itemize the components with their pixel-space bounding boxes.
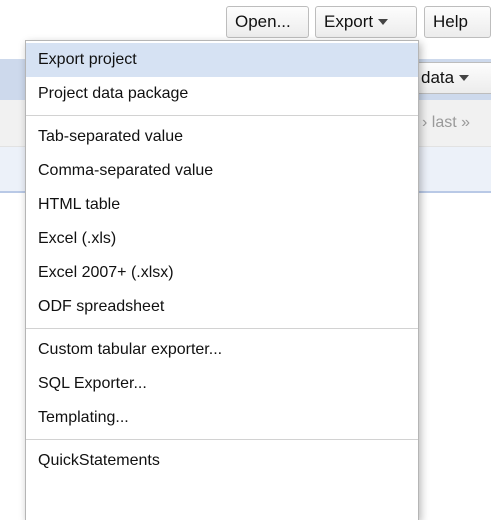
export-button-label: Export bbox=[324, 12, 374, 31]
chevron-down-icon bbox=[459, 74, 470, 81]
menu-separator bbox=[26, 439, 418, 440]
chevron-down-icon bbox=[378, 18, 389, 25]
pager-last-link[interactable]: › last » bbox=[422, 114, 470, 132]
menu-item-templating[interactable]: Templating... bbox=[26, 401, 418, 435]
export-button[interactable]: Export bbox=[315, 6, 417, 38]
menu-item-odf-spreadsheet[interactable]: ODF spreadsheet bbox=[26, 290, 418, 324]
open-button-label: Open... bbox=[235, 12, 291, 31]
menu-item-html-table[interactable]: HTML table bbox=[26, 188, 418, 222]
open-button[interactable]: Open... bbox=[226, 6, 309, 38]
menu-item-sql-exporter[interactable]: SQL Exporter... bbox=[26, 367, 418, 401]
menu-item-project-data-package[interactable]: Project data package bbox=[26, 77, 418, 111]
menu-item-tsv[interactable]: Tab-separated value bbox=[26, 120, 418, 154]
menu-separator bbox=[26, 115, 418, 116]
data-button-label: data bbox=[421, 68, 455, 87]
help-button-label: Help bbox=[433, 12, 468, 31]
export-menu: Export project Project data package Tab-… bbox=[25, 40, 419, 520]
help-button[interactable]: Help bbox=[424, 6, 491, 38]
menu-item-excel-xlsx[interactable]: Excel 2007+ (.xlsx) bbox=[26, 256, 418, 290]
data-dropdown-button[interactable]: data bbox=[408, 62, 491, 94]
menu-item-custom-tabular-exporter[interactable]: Custom tabular exporter... bbox=[26, 333, 418, 367]
menu-item-excel-xls[interactable]: Excel (.xls) bbox=[26, 222, 418, 256]
menu-separator bbox=[26, 328, 418, 329]
menu-item-export-project[interactable]: Export project bbox=[26, 43, 418, 77]
menu-item-quickstatements[interactable]: QuickStatements bbox=[26, 444, 418, 478]
menu-item-csv[interactable]: Comma-separated value bbox=[26, 154, 418, 188]
